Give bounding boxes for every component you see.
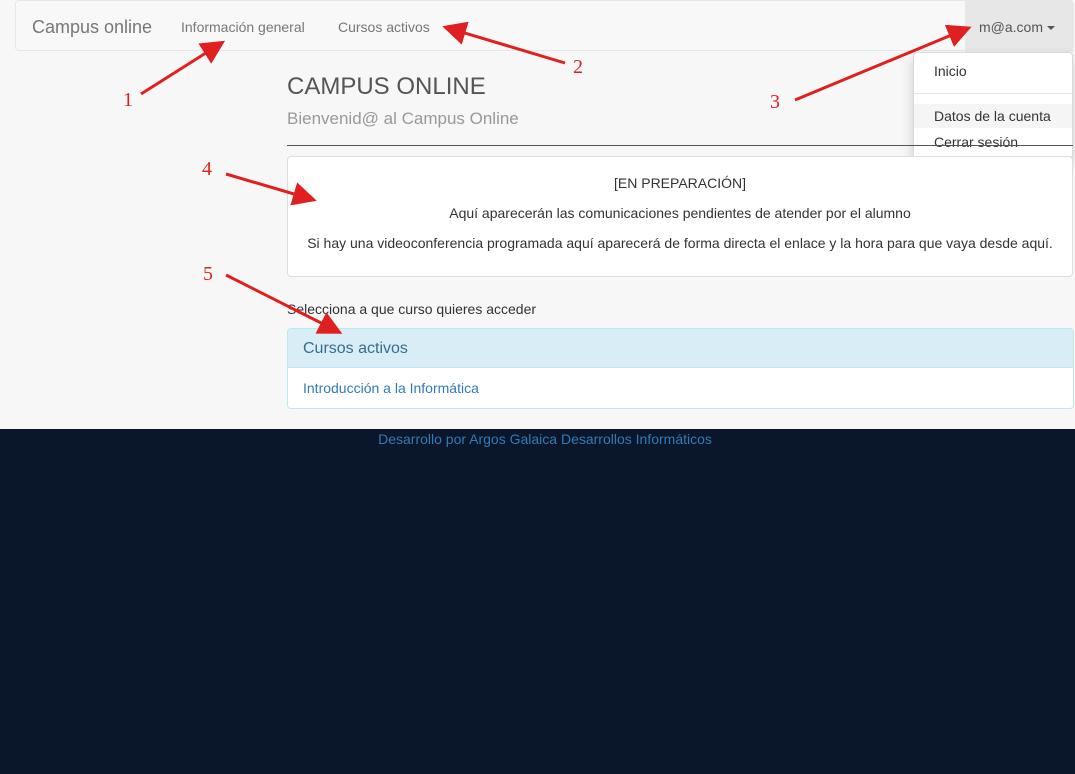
notice-line: Aquí aparecerán las comunicaciones pendi… <box>449 205 911 221</box>
footer-link[interactable]: Desarrollo por Argos Galaica Desarrollos… <box>0 431 1075 447</box>
user-email: m@a.com <box>979 19 1043 35</box>
nav-link-informacion-general[interactable]: Información general <box>181 19 305 35</box>
notice-line: Si hay una videoconferencia programada a… <box>307 235 1053 251</box>
user-dropdown-menu: Inicio Datos de la cuenta Cerrar sesión <box>913 52 1073 159</box>
dropdown-item-cerrar-sesion[interactable]: Cerrar sesión <box>914 130 1072 154</box>
page-subtitle: Bienvenid@ al Campus Online <box>287 109 519 128</box>
page-title: CAMPUS ONLINE <box>287 73 486 100</box>
course-select-label: Selecciona a que curso quieres acceder <box>287 301 537 317</box>
panel-title: Cursos activos <box>288 329 1073 368</box>
navbar: Campus online Información general Cursos… <box>15 0 1074 52</box>
notice-box: [EN PREPARACIÓN] Aquí aparecerán las com… <box>287 156 1073 277</box>
annotation-number: 3 <box>770 91 780 113</box>
annotation-number: 4 <box>202 158 212 180</box>
dropdown-item-datos-cuenta[interactable]: Datos de la cuenta <box>914 104 1072 128</box>
nav-link-cursos-activos[interactable]: Cursos activos <box>338 19 430 35</box>
dropdown-divider <box>914 93 1072 94</box>
user-menu-toggle[interactable]: m@a.com <box>965 1 1073 52</box>
active-courses-panel: Cursos activos Introducción a la Informá… <box>287 328 1074 409</box>
caret-down-icon <box>1047 26 1055 31</box>
divider <box>287 145 1073 146</box>
annotation-number: 2 <box>573 56 583 78</box>
course-link[interactable]: Introducción a la Informática <box>303 380 479 396</box>
dropdown-item-inicio[interactable]: Inicio <box>914 59 1072 83</box>
notice-status: [EN PREPARACIÓN] <box>614 175 746 191</box>
brand-link[interactable]: Campus online <box>32 17 152 38</box>
page-content: Campus online Información general Cursos… <box>0 0 1075 429</box>
annotation-number: 1 <box>123 89 133 111</box>
annotation-number: 5 <box>203 263 213 285</box>
